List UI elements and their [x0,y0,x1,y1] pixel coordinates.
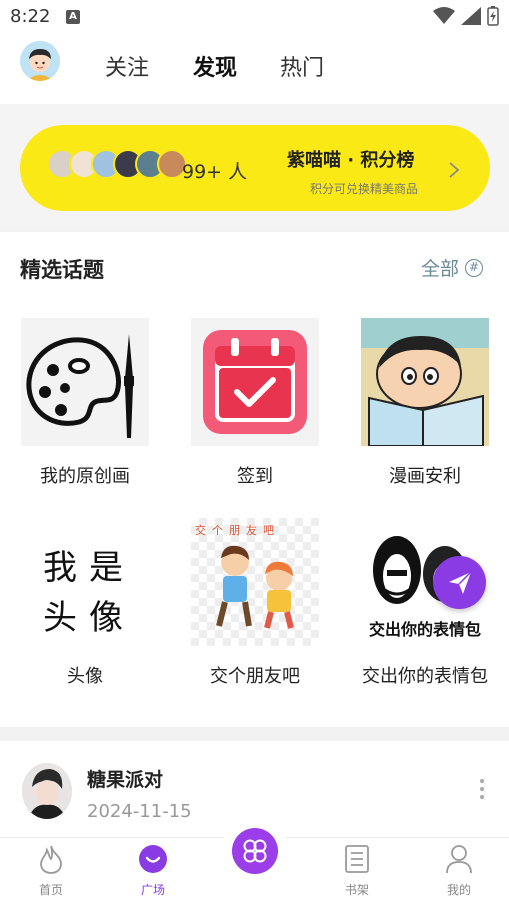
topic-item[interactable]: 漫画安利 [350,318,500,488]
hash-icon: # [465,258,484,277]
nav-label: 书架 [344,883,369,897]
post-date: 2024-11-15 [87,801,192,822]
status-bar: 8:22 A [0,0,509,34]
nav-bookshelf[interactable]: 书架 [322,844,392,898]
avatar-art-char: 头 [43,598,77,638]
topic-label: 漫画安利 [389,466,461,487]
topic-item[interactable]: 交个朋友吧 交个朋友吧 [180,518,330,688]
nav-label: 首页 [38,883,63,897]
tab-follow[interactable]: 关注 [105,50,149,82]
post-avatar[interactable] [22,763,72,819]
send-fab-button[interactable] [433,556,486,609]
center-create-button[interactable] [222,818,288,884]
more-options-icon[interactable] [480,779,484,799]
text-avatar-icon: 我 是 头 像 [21,518,149,646]
paint-palette-icon [21,318,149,446]
topic-label: 头像 [67,666,103,687]
nav-square[interactable]: 广场 [118,844,188,898]
avatar-art-char: 是 [89,548,123,588]
nav-label: 广场 [140,883,165,897]
topic-item[interactable]: 我 是 头 像 头像 [10,518,160,688]
avatar-art-char: 像 [89,598,123,638]
signal-icon [461,7,481,25]
topic-label: 交出你的表情包 [362,666,488,687]
all-topics-link[interactable]: 全部 # [421,254,484,281]
ranking-banner[interactable]: 99+ 人 紫喵喵 · 积分榜 积分可兑换精美商品 [20,125,490,211]
ranking-title: 紫喵喵 · 积分榜 [287,150,415,171]
wifi-icon [433,7,455,24]
meme-art-text: 交出你的表情包 [368,620,481,639]
nav-profile[interactable]: 我的 [424,844,494,898]
ranking-count: 99+ 人 [182,161,248,183]
user-avatar[interactable] [20,41,60,81]
smile-icon [139,845,167,873]
book-icon [345,845,369,873]
topic-item[interactable]: 交出你的表情包 交出你的表情包 [350,518,500,688]
notification-a-icon: A [66,10,80,24]
topic-item[interactable]: 我的原创画 [10,318,160,488]
chevron-right-icon [449,162,460,178]
calendar-check-icon [191,318,319,446]
featured-topics: 精选话题 全部 # 我的原创画 签到 漫画安利 我 是 头 像 头像 交个朋友吧… [0,232,509,727]
avatar-art-char: 我 [43,548,77,588]
status-icons [433,6,499,26]
post-author-name: 糖果派对 [87,769,164,791]
nav-home[interactable]: 首页 [16,844,86,898]
flame-icon [40,845,62,874]
user-icon [446,845,472,874]
paper-plane-icon [448,570,472,594]
topic-label: 交个朋友吧 [210,666,300,687]
all-topics-label: 全部 [421,258,460,280]
status-time: 8:22 [10,6,51,27]
comic-reading-icon [361,318,489,446]
ranking-section: 99+ 人 紫喵喵 · 积分榜 积分可兑换精美商品 [0,104,509,228]
tab-hot[interactable]: 热门 [280,50,324,82]
topic-label: 签到 [237,466,273,487]
ranking-subtitle: 积分可兑换精美商品 [310,182,419,196]
battery-icon [487,6,499,26]
tab-discover[interactable]: 发现 [193,50,237,82]
topic-item[interactable]: 签到 [180,318,330,488]
section-title: 精选话题 [20,258,104,282]
topic-label: 我的原创画 [40,466,130,487]
ranking-avatars [47,149,187,179]
kids-friends-icon: 交个朋友吧 [191,518,319,646]
top-nav: 关注 发现 热门 [0,34,509,104]
nav-label: 我的 [446,883,471,897]
clover-icon [232,828,278,874]
